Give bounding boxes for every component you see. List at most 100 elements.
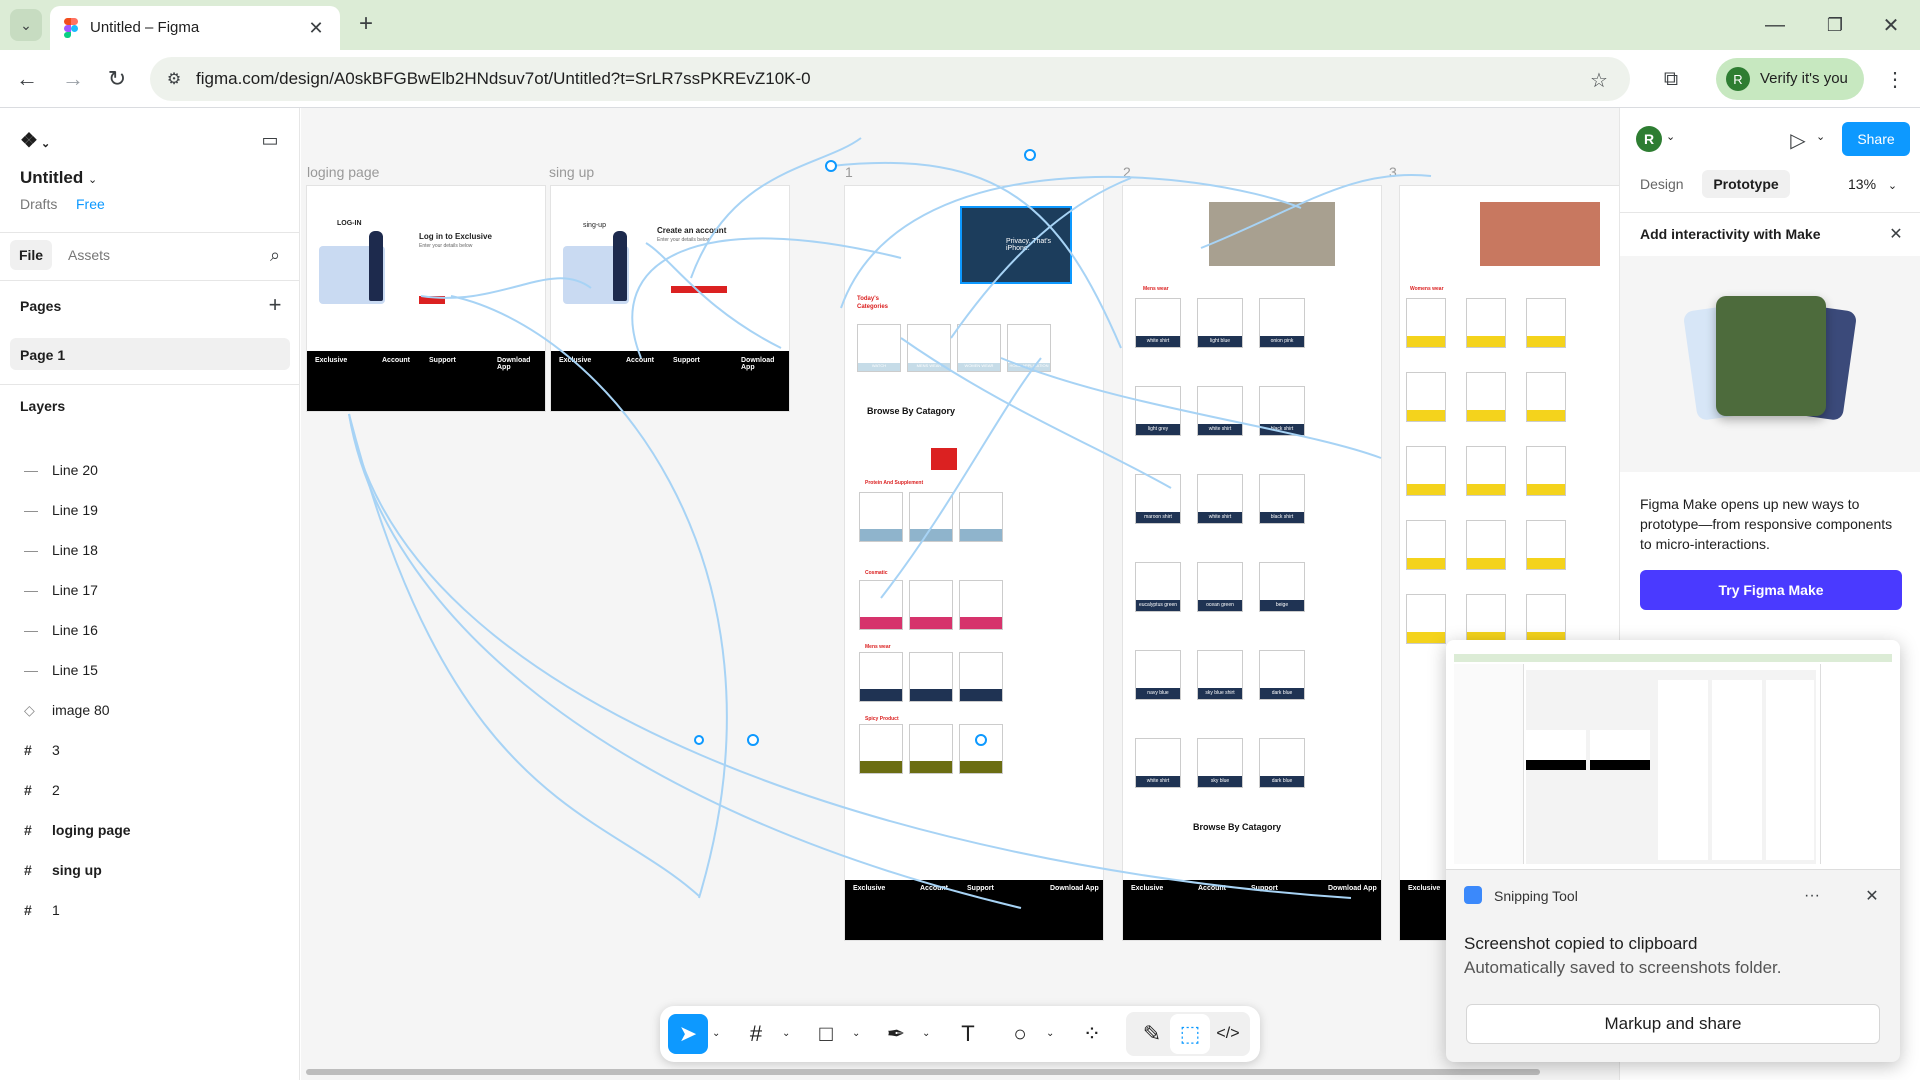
add-page-icon[interactable]: + [262, 292, 288, 318]
layers-heading: Layers [20, 398, 66, 414]
connection-line [690, 137, 862, 279]
move-tool-chevron-icon[interactable]: ⌄ [712, 1028, 720, 1039]
forward-icon[interactable]: → [58, 64, 88, 94]
figma-menu-icon[interactable]: ❖ ⌄ [20, 128, 50, 153]
layer-item[interactable]: — Line 17 [24, 570, 294, 610]
connection-node [825, 160, 837, 172]
layer-item[interactable]: — Line 19 [24, 490, 294, 530]
connection-line [830, 161, 1122, 349]
shape-tool-chevron-icon[interactable]: ⌄ [852, 1028, 860, 1039]
tab-prototype[interactable]: Prototype [1702, 170, 1790, 198]
close-promo-icon[interactable]: ✕ [1884, 222, 1908, 246]
figma-favicon-icon [64, 18, 78, 38]
present-chevron-icon[interactable]: ⌄ [1816, 130, 1825, 143]
connection-line [900, 337, 1172, 489]
menu-kebab-icon[interactable]: ⋮ [1880, 64, 1910, 94]
pen-tool-icon[interactable]: ✒ [876, 1014, 916, 1054]
layer-name: Line 16 [52, 622, 98, 638]
page-item-page-1[interactable]: Page 1 [10, 338, 290, 370]
back-icon[interactable]: ← [12, 64, 42, 94]
close-notification-icon[interactable]: ✕ [1858, 884, 1886, 908]
address-bar: ← → ↻ ⚙ figma.com/design/A0skBFGBwElb2HN… [0, 50, 1920, 108]
actions-tool-icon[interactable]: ⁘ [1072, 1014, 1112, 1054]
text-tool-icon[interactable]: T [948, 1014, 988, 1054]
layer-item[interactable]: ◇ image 80 [24, 690, 294, 730]
site-info-icon[interactable]: ⚙ [162, 67, 186, 91]
layer-item[interactable]: — Line 20 [24, 450, 294, 490]
make-promo-illustration [1620, 256, 1920, 472]
verify-label: Verify it's you [1760, 70, 1848, 87]
connection-node [694, 735, 704, 745]
layer-item[interactable]: #2 [24, 770, 294, 810]
tab-file[interactable]: File [10, 240, 52, 270]
user-avatar[interactable]: R [1636, 126, 1662, 152]
layer-name: Line 19 [52, 502, 98, 518]
layer-name: loging page [52, 822, 131, 838]
tab-design[interactable]: Design [1640, 176, 1684, 192]
close-window-icon[interactable]: ✕ [1876, 10, 1906, 40]
new-tab-icon[interactable]: + [352, 10, 380, 38]
rectangle-tool-icon[interactable]: □ [806, 1014, 846, 1054]
layer-name: Line 18 [52, 542, 98, 558]
browser-tab[interactable]: Untitled – Figma ✕ [50, 6, 340, 50]
frame-layer-icon: # [24, 742, 32, 758]
frame-tool-chevron-icon[interactable]: ⌄ [782, 1028, 790, 1039]
tab-search-chevron-icon[interactable]: ⌄ [10, 9, 42, 41]
design-mode-icon[interactable]: ⬚ [1170, 1014, 1210, 1054]
verify-button[interactable]: R Verify it's you [1716, 58, 1864, 100]
connection-line [950, 177, 1132, 339]
extensions-icon[interactable]: ⧉ [1656, 64, 1686, 94]
browser-tab-bar: ⌄ Untitled – Figma ✕ + — ❐ ✕ [0, 0, 1920, 50]
frame-tool-icon[interactable]: # [736, 1014, 776, 1054]
image-layer-icon: ◇ [24, 701, 35, 718]
layer-item[interactable]: #1 [24, 890, 294, 930]
restore-icon[interactable]: ❐ [1820, 10, 1850, 40]
comment-tool-chevron-icon[interactable]: ⌄ [1046, 1028, 1054, 1039]
move-tool-icon[interactable]: ➤ [668, 1014, 708, 1054]
toggle-sidebar-icon[interactable]: ▭ [256, 126, 284, 154]
more-options-icon[interactable]: ··· [1798, 884, 1826, 908]
snipping-app-icon [1464, 886, 1482, 904]
layer-item[interactable]: # loging page [24, 810, 294, 850]
minimize-icon[interactable]: — [1760, 10, 1790, 40]
dev-mode-icon[interactable]: </> [1208, 1014, 1248, 1054]
layer-item[interactable]: — Line 15 [24, 650, 294, 690]
draw-mode-icon[interactable]: ✎ [1132, 1014, 1172, 1054]
connection-line [1200, 174, 1432, 249]
comment-tool-icon[interactable]: ○ [1000, 1014, 1040, 1054]
layer-name: Line 20 [52, 462, 98, 478]
design-canvas[interactable]: loging page sing up 1 2 3 LOG-IN Log in … [301, 108, 1619, 1080]
drafts-label[interactable]: Drafts [20, 196, 57, 212]
layer-item[interactable]: #3 [24, 730, 294, 770]
layer-item[interactable]: # sing up [24, 850, 294, 890]
layer-name: sing up [52, 862, 102, 878]
pen-tool-chevron-icon[interactable]: ⌄ [922, 1028, 930, 1039]
reload-icon[interactable]: ↻ [102, 64, 132, 94]
canvas-scrollbar[interactable] [306, 1069, 1540, 1075]
markup-and-share-button[interactable]: Markup and share [1466, 1004, 1880, 1044]
connection-line [420, 277, 592, 299]
make-promo-title: Add interactivity with Make [1640, 226, 1821, 242]
snipping-tool-notification[interactable]: Snipping Tool ··· ✕ Screenshot copied to… [1446, 640, 1900, 1062]
close-tab-icon[interactable]: ✕ [304, 16, 328, 40]
frame-layer-icon: # [24, 862, 32, 878]
share-button[interactable]: Share [1842, 122, 1910, 156]
zoom-level[interactable]: 13% ⌄ [1848, 176, 1897, 192]
bookmark-star-icon[interactable]: ☆ [1586, 67, 1612, 93]
plan-badge: Free [76, 196, 105, 212]
try-figma-make-button[interactable]: Try Figma Make [1640, 570, 1902, 610]
file-name[interactable]: Untitled ⌄ [20, 168, 97, 188]
tab-title: Untitled – Figma [90, 19, 200, 36]
avatar-chevron-icon[interactable]: ⌄ [1666, 130, 1675, 143]
present-play-icon[interactable]: ▷ [1784, 126, 1812, 154]
connection-line [348, 413, 700, 897]
connection-line [840, 175, 1302, 309]
prototype-connections [348, 137, 1432, 909]
search-icon[interactable]: ⌕ [262, 242, 288, 268]
tab-assets[interactable]: Assets [68, 247, 110, 263]
layer-item[interactable]: — Line 16 [24, 610, 294, 650]
url-field[interactable]: ⚙ figma.com/design/A0skBFGBwElb2HNdsuv7o… [150, 57, 1630, 101]
layer-item[interactable]: — Line 18 [24, 530, 294, 570]
line-layer-icon: — [24, 462, 38, 478]
layer-name: 1 [52, 902, 60, 918]
